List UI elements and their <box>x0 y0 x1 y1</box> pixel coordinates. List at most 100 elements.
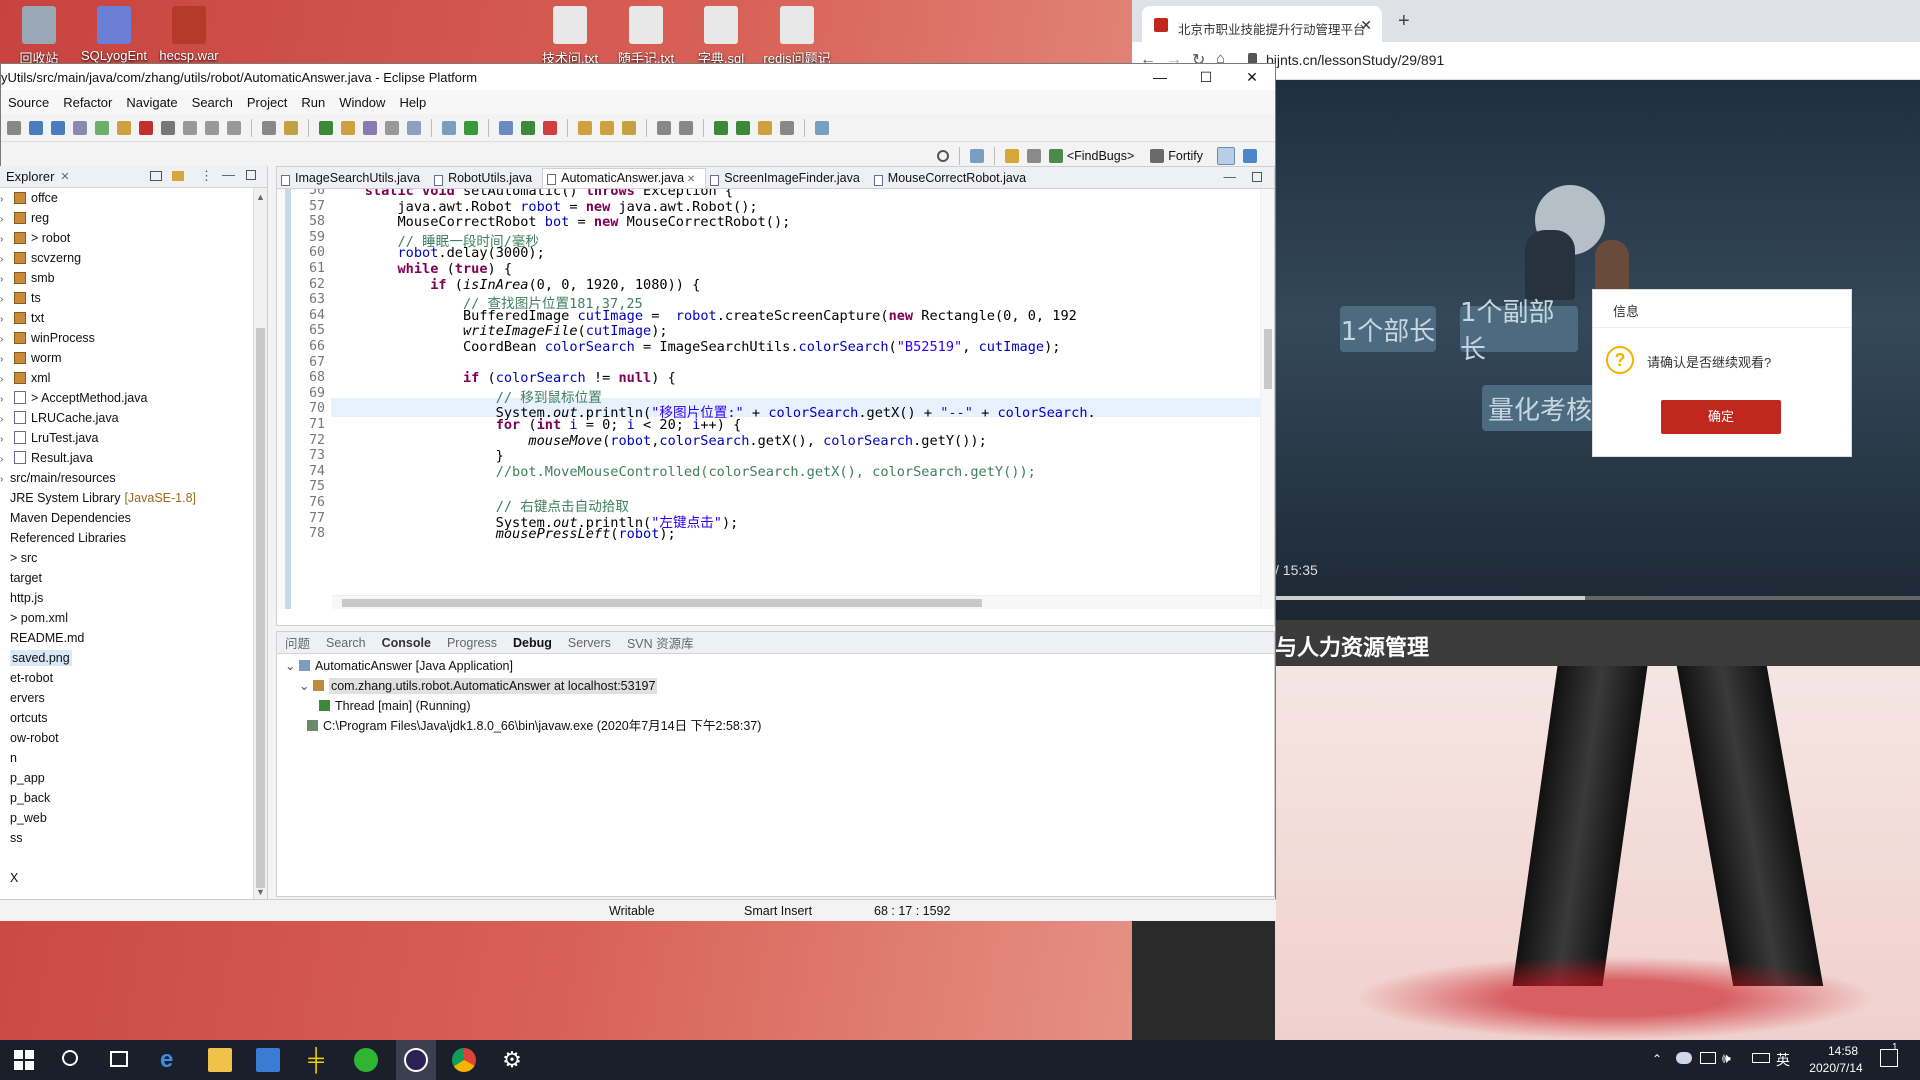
tree-item[interactable]: › scvzerng <box>0 248 267 268</box>
code-area[interactable]: 56 static void setAutomatic() throws Exc… <box>277 189 1274 609</box>
desktop-icon[interactable]: hecsp.war <box>150 0 228 63</box>
desktop-icon[interactable]: 字典.sql <box>682 0 760 67</box>
toolbar-button-icon[interactable] <box>284 120 298 135</box>
expand-chevron-icon[interactable]: › <box>0 310 10 330</box>
expand-chevron-icon[interactable]: › <box>0 230 10 250</box>
edge-browser-icon[interactable]: e <box>160 1048 184 1072</box>
expand-chevron-icon[interactable]: › <box>0 270 10 290</box>
chevron-up-icon[interactable]: ⌃ <box>1652 1052 1662 1066</box>
code-line[interactable]: } <box>332 448 504 464</box>
toolbar-button-icon[interactable] <box>139 120 153 135</box>
editor-hscrollbar[interactable] <box>332 595 1260 609</box>
toolbar-button-icon[interactable] <box>117 120 131 135</box>
code-line[interactable]: java.awt.Robot robot = new java.awt.Robo… <box>332 199 757 215</box>
expand-chevron-icon[interactable]: › <box>0 470 10 490</box>
perspective-icon[interactable] <box>1004 149 1019 163</box>
toolbar-button-icon[interactable] <box>815 120 829 135</box>
minimize-view-icon[interactable]: — <box>222 167 235 182</box>
toolbar-button-icon[interactable] <box>319 120 333 135</box>
open-perspective-icon[interactable] <box>969 149 984 163</box>
close-tab-icon[interactable]: ✕ <box>684 174 695 185</box>
tree-item[interactable]: › > robot <box>0 228 267 248</box>
confirm-button[interactable]: 确定 <box>1661 400 1781 434</box>
expand-chevron-icon[interactable]: › <box>0 370 10 390</box>
tree-item[interactable]: p_app <box>0 768 267 788</box>
toolbar-button-icon[interactable] <box>7 120 21 135</box>
tree-item[interactable]: Maven Dependencies <box>0 508 267 528</box>
toolbar-button-icon[interactable] <box>600 120 614 135</box>
editor-scrollbar[interactable] <box>1260 189 1274 609</box>
menu-item-window[interactable]: Window <box>339 95 385 110</box>
toolbar-button-icon[interactable] <box>95 120 109 135</box>
toolbar-button-icon[interactable] <box>543 120 557 135</box>
wechat-icon[interactable] <box>354 1048 378 1072</box>
expand-chevron-icon[interactable]: ⌄ <box>299 679 313 693</box>
ime-indicator[interactable]: 英 <box>1776 1050 1790 1070</box>
tree-item[interactable]: › ts <box>0 288 267 308</box>
browser-tab[interactable]: 北京市职业技能提升行动管理平台 ✕ <box>1142 6 1382 42</box>
expand-chevron-icon[interactable]: › <box>0 430 10 450</box>
menu-item-navigate[interactable]: Navigate <box>126 95 177 110</box>
debug-perspective-icon[interactable] <box>1217 147 1235 165</box>
tree-item[interactable]: ervers <box>0 688 267 708</box>
tree-item[interactable]: > src <box>0 548 267 568</box>
debug-tree-item[interactable]: ⌄ AutomaticAnswer [Java Application] <box>277 656 1274 676</box>
expand-chevron-icon[interactable]: › <box>0 250 10 270</box>
toolbar-button-icon[interactable] <box>51 120 65 135</box>
toolbar-button-icon[interactable] <box>183 120 197 135</box>
fortify-icon[interactable] <box>1150 149 1165 163</box>
toolbar-button-icon[interactable] <box>679 120 693 135</box>
expand-chevron-icon[interactable]: › <box>0 350 10 370</box>
display-icon[interactable] <box>1700 1052 1716 1064</box>
desktop-icon[interactable]: redis问题记 <box>758 0 836 67</box>
close-tab-icon[interactable]: ✕ <box>1360 17 1372 34</box>
expand-chevron-icon[interactable]: › <box>0 290 10 310</box>
debug-tree-item[interactable]: C:\Program Files\Java\jdk1.8.0_66\bin\ja… <box>277 716 1274 736</box>
tree-item[interactable]: › xml <box>0 368 267 388</box>
eclipse-icon[interactable] <box>404 1048 428 1072</box>
toolbar-button-icon[interactable] <box>622 120 636 135</box>
tree-item[interactable]: ortcuts <box>0 708 267 728</box>
java-perspective-icon[interactable] <box>1243 149 1257 163</box>
tree-item[interactable]: p_back <box>0 788 267 808</box>
toolbar-button-icon[interactable] <box>73 120 87 135</box>
code-line[interactable]: CoordBean colorSearch = ImageSearchUtils… <box>332 339 1061 355</box>
search-icon[interactable] <box>936 150 949 162</box>
menu-item-help[interactable]: Help <box>399 95 426 110</box>
clock-date[interactable]: 2020/7/14 <box>1800 1061 1872 1075</box>
findbugs-icon[interactable] <box>1048 149 1063 163</box>
maximize-view-icon[interactable] <box>1252 172 1262 182</box>
expand-chevron-icon[interactable]: › <box>0 330 10 350</box>
code-line[interactable]: while (true) { <box>332 261 512 277</box>
code-line[interactable]: if (colorSearch != null) { <box>332 370 676 386</box>
toolbar-button-icon[interactable] <box>499 120 513 135</box>
toolbar-button-icon[interactable] <box>714 120 728 135</box>
expand-chevron-icon[interactable]: › <box>0 210 10 230</box>
code-line[interactable]: static void setAutomatic() throws Except… <box>332 189 733 199</box>
editor-tab[interactable]: MouseCorrectRobot.java <box>870 171 1036 188</box>
clock-time[interactable]: 14:58 <box>1814 1044 1872 1058</box>
battery-icon[interactable] <box>1752 1053 1770 1063</box>
start-windows-icon[interactable] <box>14 1050 34 1070</box>
cloud-icon[interactable] <box>1676 1052 1692 1064</box>
tree-item[interactable]: JRE System Library [JavaSE-1.8] <box>0 488 267 508</box>
tree-item[interactable]: › offce <box>0 188 267 208</box>
desktop-icon[interactable]: SQLyogEnt <box>75 0 153 63</box>
toolbar-button-icon[interactable] <box>262 120 276 135</box>
bottom-tab[interactable]: Console <box>382 636 431 650</box>
code-line[interactable]: mouseMove(robot,colorSearch.getX(), colo… <box>332 433 986 449</box>
search-icon[interactable] <box>62 1050 78 1066</box>
tree-item[interactable]: › Result.java <box>0 448 267 468</box>
toolbar-button-icon[interactable] <box>464 120 478 135</box>
minimize-view-icon[interactable]: — <box>1224 170 1237 184</box>
task-view-icon[interactable] <box>110 1051 128 1067</box>
minimize-icon[interactable]: — <box>1137 64 1183 90</box>
expand-chevron-icon[interactable]: › <box>0 450 10 470</box>
editor-tab[interactable]: ScreenImageFinder.java <box>706 171 870 188</box>
file-explorer-icon[interactable] <box>208 1048 232 1072</box>
code-line[interactable]: for (int i = 0; i < 20; i++) { <box>332 417 742 433</box>
tree-item[interactable]: ow-robot <box>0 728 267 748</box>
tree-item[interactable]: › > AcceptMethod.java <box>0 388 267 408</box>
menu-item-source[interactable]: Source <box>8 95 49 110</box>
new-tab-icon[interactable]: + <box>1398 10 1410 33</box>
